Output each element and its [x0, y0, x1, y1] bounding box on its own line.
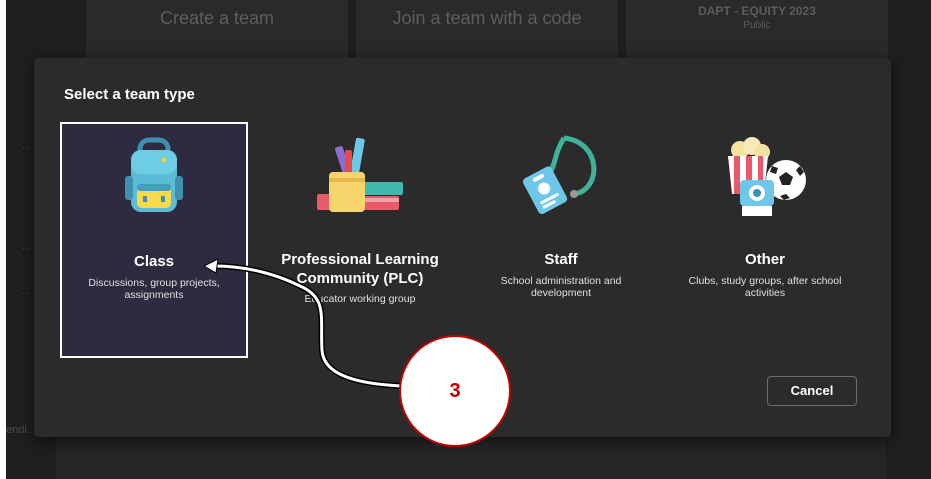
lanyard-badge-icon	[522, 135, 597, 214]
team-type-plc[interactable]: Professional Learning Community (PLC) Ed…	[264, 122, 456, 358]
team-type-description: Educator working group	[304, 293, 416, 305]
team-type-class[interactable]: Class Discussions, group projects, assig…	[60, 122, 248, 358]
create-team-card[interactable]: Create a team	[86, 0, 348, 60]
team-type-staff[interactable]: Staff School administration and developm…	[476, 122, 646, 358]
team-type-description: Clubs, study groups, after school activi…	[688, 275, 842, 299]
team-type-name: Staff	[544, 251, 578, 268]
team-type-other[interactable]: Other Clubs, study groups, after school …	[668, 122, 862, 358]
create-team-label: Create a team	[159, 8, 275, 28]
popcorn-camera-ball-icon	[728, 137, 806, 216]
team-type-name: Other	[744, 251, 785, 268]
team-card-visibility: Public	[743, 20, 771, 31]
join-team-card[interactable]: Join a team with a code	[356, 0, 618, 60]
team-card[interactable]: DAPT - EQUITY 2023 Public	[626, 0, 888, 60]
books-pencils-icon	[317, 137, 403, 212]
join-team-label: Join a team with a code	[392, 8, 582, 28]
cancel-button[interactable]: Cancel	[767, 376, 857, 406]
more-dots: ..	[22, 138, 31, 152]
team-type-description: School administration and development	[500, 275, 622, 299]
team-type-name: Professional Learning Community (PLC)	[281, 251, 439, 287]
more-dots: ..	[22, 283, 31, 297]
more-dots: ..	[22, 238, 31, 252]
dialog-title: Select a team type	[64, 86, 195, 103]
team-card-title: DAPT - EQUITY 2023	[698, 4, 816, 18]
step-number-badge: 3	[399, 335, 511, 447]
team-type-name: Class	[133, 253, 175, 270]
truncated-label: endi...	[6, 424, 36, 436]
backpack-icon	[125, 137, 183, 212]
team-type-description: Discussions, group projects, assignments	[88, 277, 220, 301]
